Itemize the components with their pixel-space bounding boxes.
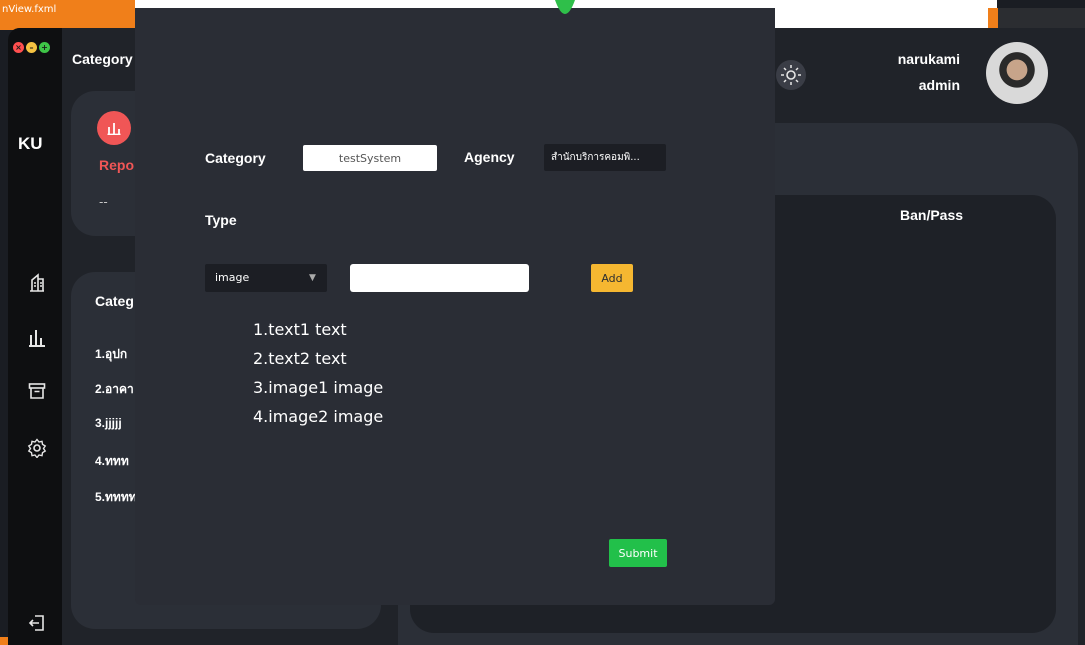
agency-label: Agency	[464, 149, 515, 165]
column-header-ban-pass: Ban/Pass	[900, 207, 964, 223]
agency-select[interactable]: สำนักบริการคอมพิ...	[544, 144, 666, 171]
type-list-item: 4.image2 image	[253, 407, 384, 426]
page-title: Category	[72, 51, 133, 67]
add-type-button[interactable]: Add	[591, 264, 633, 292]
add-category-dialog: Category Agency สำนักบริการคอมพิ... Type…	[135, 8, 775, 605]
maximize-window-button[interactable]: +	[39, 42, 50, 53]
logout-icon[interactable]	[26, 614, 48, 636]
avatar[interactable]	[986, 42, 1048, 104]
chart-icon	[97, 111, 131, 145]
report-label: Repo	[99, 157, 134, 173]
category-list-item[interactable]: 5.ทททท	[95, 488, 137, 507]
theme-toggle-button[interactable]	[776, 60, 806, 90]
background-window-title: nView.fxml	[2, 4, 57, 15]
cursor-marker-icon	[555, 0, 575, 14]
app-logo: KU	[18, 134, 43, 153]
type-select-value: image	[215, 271, 250, 284]
sidebar: × – + KU	[8, 28, 62, 645]
chevron-down-icon: ▼	[309, 273, 316, 283]
type-name-input[interactable]	[350, 264, 529, 292]
type-list-item: 3.image1 image	[253, 378, 384, 397]
background-window-area	[998, 8, 1085, 30]
submit-button[interactable]: Submit	[609, 539, 667, 567]
sun-icon	[781, 65, 801, 85]
type-label: Type	[205, 212, 237, 228]
agency-select-value: สำนักบริการคอมพิ...	[551, 152, 640, 163]
building-icon[interactable]	[26, 272, 48, 294]
category-list-item[interactable]: 1.อุปก	[95, 345, 127, 364]
background-window-edge	[0, 637, 8, 645]
minimize-window-button[interactable]: –	[26, 42, 37, 53]
report-value: --	[99, 195, 108, 209]
user-role: admin	[918, 77, 960, 93]
type-list-item: 1.text1 text	[253, 320, 347, 339]
category-label: Category	[205, 150, 266, 166]
type-list-item: 2.text2 text	[253, 349, 347, 368]
type-select[interactable]: image ▼	[205, 264, 327, 292]
chart-icon[interactable]	[26, 327, 48, 349]
category-list-item[interactable]: 3.jjjjj	[95, 416, 122, 430]
category-card-title: Categ	[95, 293, 134, 309]
window-controls: × – +	[13, 42, 50, 53]
user-name: narukami	[897, 51, 960, 67]
close-window-button[interactable]: ×	[13, 42, 24, 53]
gear-icon[interactable]	[26, 438, 48, 460]
category-list-item[interactable]: 2.อาคา	[95, 380, 134, 399]
archive-icon[interactable]	[26, 382, 48, 404]
category-list-item[interactable]: 4.ททท	[95, 452, 129, 471]
category-name-input[interactable]	[303, 145, 437, 171]
